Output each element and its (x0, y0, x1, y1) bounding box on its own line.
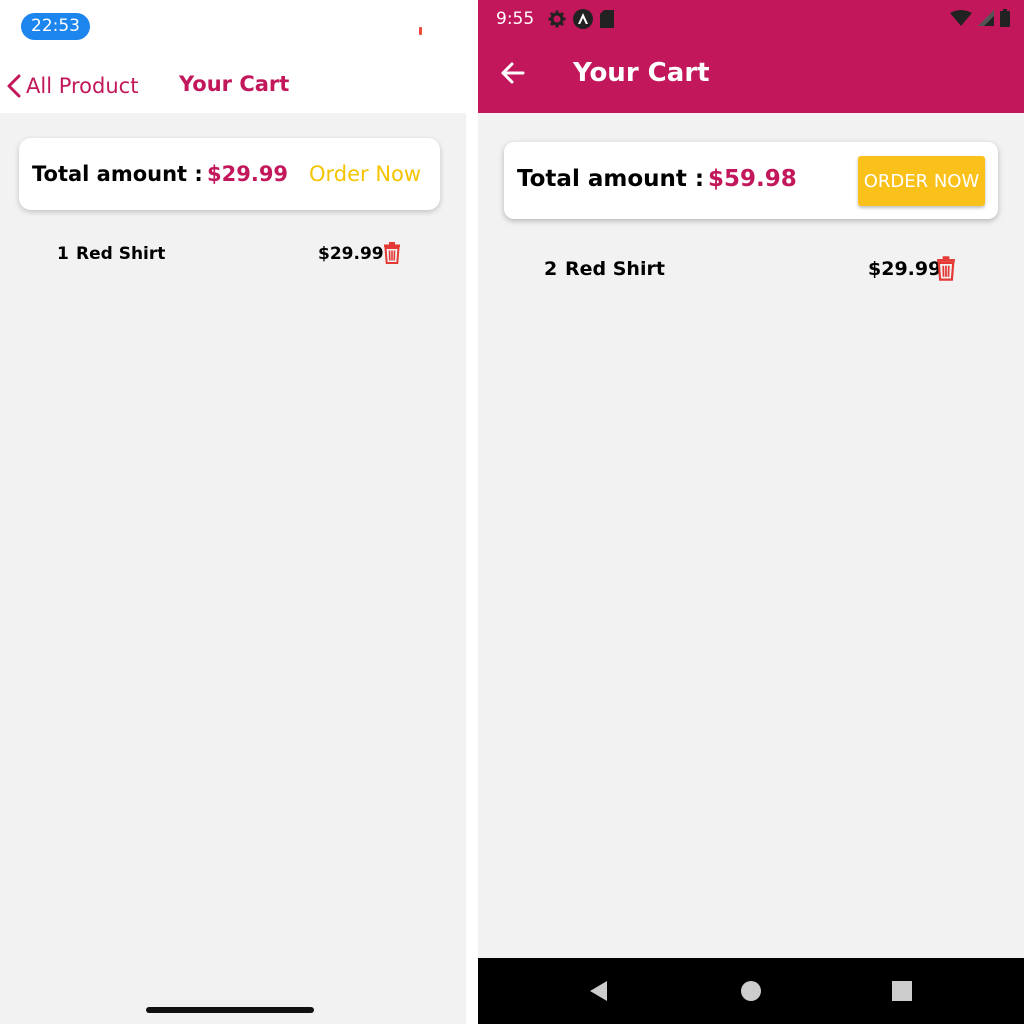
trash-icon[interactable] (383, 242, 401, 264)
cellular-signal-icon (978, 10, 994, 26)
item-price: $29.99 (318, 244, 384, 264)
arrow-left-icon[interactable] (500, 60, 526, 86)
cart-item: 1 Red Shirt $29.99 (57, 241, 407, 269)
status-icons-right (950, 9, 1010, 27)
android-app-bar: 9:55 Your Cart (478, 0, 1024, 113)
recording-indicator-icon (419, 27, 422, 35)
screen-divider (466, 0, 478, 1024)
cart-summary-card: Total amount : $29.99 Order Now (19, 138, 440, 210)
cart-summary-card: Total amount : $59.98 ORDER NOW (504, 142, 998, 219)
item-price: $29.99 (868, 258, 942, 280)
page-title: Your Cart (573, 58, 710, 88)
total-amount: $29.99 (207, 162, 289, 186)
circle-home-icon[interactable] (738, 978, 764, 1004)
ios-header: 22:53 All Product Your Cart (0, 0, 466, 113)
chevron-left-icon (7, 74, 21, 98)
app-notification-icon (573, 9, 593, 29)
page-title: Your Cart (179, 72, 290, 96)
status-icons-left (548, 9, 614, 29)
item-quantity: 1 (57, 244, 69, 264)
order-now-button[interactable]: ORDER NOW (858, 156, 985, 206)
ios-cart-screen: 22:53 All Product Your Cart Total amount… (0, 0, 466, 1024)
home-indicator[interactable] (146, 1007, 314, 1013)
item-name: Red Shirt (565, 258, 665, 280)
battery-icon (1000, 9, 1010, 27)
ios-status-time: 22:53 (21, 13, 90, 40)
android-navigation-bar (478, 958, 1024, 1024)
item-name: Red Shirt (76, 244, 166, 264)
back-button[interactable]: All Product (4, 70, 138, 102)
triangle-back-icon[interactable] (586, 978, 612, 1004)
item-quantity: 2 (544, 258, 558, 280)
settings-icon (548, 10, 566, 28)
total-label: Total amount : (32, 162, 203, 186)
trash-icon[interactable] (936, 256, 956, 281)
android-cart-screen: 9:55 Your Cart Total amount: $59.98 ORD… (478, 0, 1024, 1024)
cart-item: 2 Red Shirt $29.99 (544, 255, 964, 285)
wifi-icon (950, 10, 972, 26)
total-label: Total amount : (517, 166, 705, 192)
total-amount: $59.98 (708, 166, 797, 192)
back-label: All Product (26, 74, 139, 98)
square-recents-icon[interactable] (889, 978, 915, 1004)
order-now-button[interactable]: Order Now (309, 162, 421, 186)
sd-card-icon (600, 10, 614, 28)
android-status-time: 9:55 (496, 9, 535, 29)
